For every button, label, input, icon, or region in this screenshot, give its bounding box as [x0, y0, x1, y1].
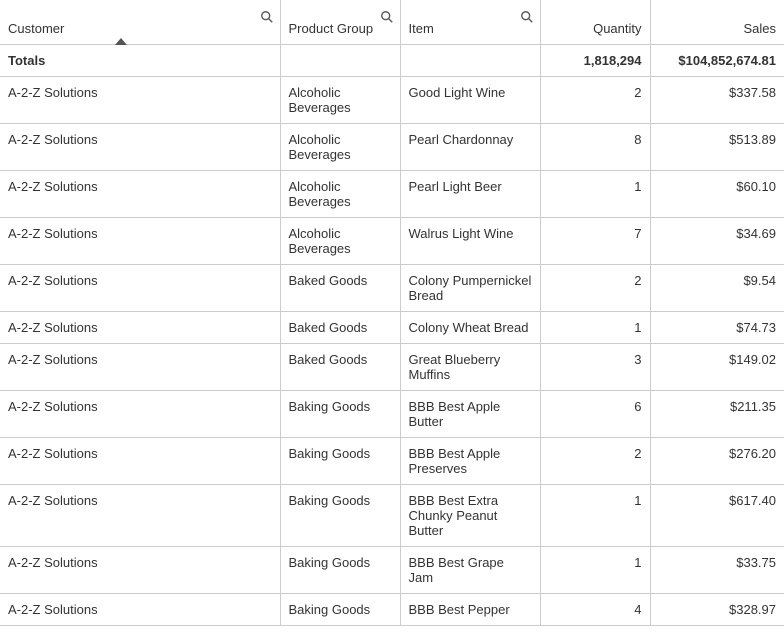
cell-customer: A-2-Z Solutions: [0, 546, 280, 593]
cell-quantity: 2: [540, 76, 650, 123]
cell-quantity: 6: [540, 390, 650, 437]
cell-sales: $276.20: [650, 437, 784, 484]
cell-sales: $74.73: [650, 311, 784, 343]
cell-quantity: 2: [540, 264, 650, 311]
cell-sales: $34.69: [650, 217, 784, 264]
cell-product-group: Baking Goods: [280, 390, 400, 437]
cell-sales: $33.75: [650, 546, 784, 593]
cell-customer: A-2-Z Solutions: [0, 76, 280, 123]
cell-customer: A-2-Z Solutions: [0, 217, 280, 264]
cell-item: BBB Best Apple Preserves: [400, 437, 540, 484]
cell-customer: A-2-Z Solutions: [0, 437, 280, 484]
column-header-product-group[interactable]: Product Group: [280, 0, 400, 44]
table-row[interactable]: A-2-Z SolutionsBaking GoodsBBB Best Extr…: [0, 484, 784, 546]
table-row[interactable]: A-2-Z SolutionsBaking GoodsBBB Best Pepp…: [0, 593, 784, 625]
cell-product-group: Alcoholic Beverages: [280, 217, 400, 264]
table-row[interactable]: A-2-Z SolutionsBaked GoodsColony Wheat B…: [0, 311, 784, 343]
cell-quantity: 8: [540, 123, 650, 170]
totals-empty: [280, 44, 400, 76]
table-row[interactable]: A-2-Z SolutionsBaking GoodsBBB Best Appl…: [0, 437, 784, 484]
column-header-quantity[interactable]: Quantity: [540, 0, 650, 44]
search-icon[interactable]: [380, 10, 394, 24]
cell-item: Colony Pumpernickel Bread: [400, 264, 540, 311]
cell-product-group: Baking Goods: [280, 437, 400, 484]
cell-item: BBB Best Apple Butter: [400, 390, 540, 437]
totals-row: Totals 1,818,294 $104,852,674.81: [0, 44, 784, 76]
search-icon[interactable]: [260, 10, 274, 24]
cell-product-group: Baked Goods: [280, 264, 400, 311]
cell-quantity: 1: [540, 546, 650, 593]
cell-quantity: 1: [540, 311, 650, 343]
cell-item: BBB Best Pepper: [400, 593, 540, 625]
data-table: Customer Product Group Item Quantity: [0, 0, 784, 626]
cell-quantity: 2: [540, 437, 650, 484]
column-header-sales[interactable]: Sales: [650, 0, 784, 44]
table-row[interactable]: A-2-Z SolutionsAlcoholic BeveragesPearl …: [0, 170, 784, 217]
cell-product-group: Baking Goods: [280, 484, 400, 546]
totals-quantity: 1,818,294: [540, 44, 650, 76]
search-icon[interactable]: [520, 10, 534, 24]
cell-quantity: 3: [540, 343, 650, 390]
cell-quantity: 1: [540, 484, 650, 546]
cell-sales: $328.97: [650, 593, 784, 625]
cell-sales: $337.58: [650, 76, 784, 123]
cell-product-group: Alcoholic Beverages: [280, 123, 400, 170]
cell-item: Pearl Chardonnay: [400, 123, 540, 170]
cell-item: BBB Best Grape Jam: [400, 546, 540, 593]
cell-customer: A-2-Z Solutions: [0, 390, 280, 437]
cell-customer: A-2-Z Solutions: [0, 311, 280, 343]
column-header-item[interactable]: Item: [400, 0, 540, 44]
table-row[interactable]: A-2-Z SolutionsAlcoholic BeveragesGood L…: [0, 76, 784, 123]
column-label: Quantity: [593, 21, 641, 36]
cell-item: Pearl Light Beer: [400, 170, 540, 217]
cell-item: Great Blueberry Muffins: [400, 343, 540, 390]
column-label: Product Group: [289, 21, 374, 36]
totals-sales: $104,852,674.81: [650, 44, 784, 76]
column-label: Customer: [8, 21, 64, 36]
cell-product-group: Alcoholic Beverages: [280, 170, 400, 217]
cell-quantity: 1: [540, 170, 650, 217]
table-row[interactable]: A-2-Z SolutionsAlcoholic BeveragesWalrus…: [0, 217, 784, 264]
table-row[interactable]: A-2-Z SolutionsBaking GoodsBBB Best Appl…: [0, 390, 784, 437]
cell-item: Walrus Light Wine: [400, 217, 540, 264]
table-row[interactable]: A-2-Z SolutionsBaked GoodsColony Pumpern…: [0, 264, 784, 311]
cell-sales: $211.35: [650, 390, 784, 437]
cell-sales: $617.40: [650, 484, 784, 546]
cell-sales: $9.54: [650, 264, 784, 311]
cell-customer: A-2-Z Solutions: [0, 484, 280, 546]
cell-customer: A-2-Z Solutions: [0, 264, 280, 311]
column-header-customer[interactable]: Customer: [0, 0, 280, 44]
cell-item: Colony Wheat Bread: [400, 311, 540, 343]
cell-product-group: Alcoholic Beverages: [280, 76, 400, 123]
sort-ascending-icon: [115, 38, 127, 45]
cell-item: BBB Best Extra Chunky Peanut Butter: [400, 484, 540, 546]
cell-sales: $149.02: [650, 343, 784, 390]
column-label: Sales: [743, 21, 776, 36]
cell-customer: A-2-Z Solutions: [0, 170, 280, 217]
table-row[interactable]: A-2-Z SolutionsAlcoholic BeveragesPearl …: [0, 123, 784, 170]
cell-sales: $60.10: [650, 170, 784, 217]
cell-customer: A-2-Z Solutions: [0, 593, 280, 625]
cell-customer: A-2-Z Solutions: [0, 343, 280, 390]
totals-label: Totals: [0, 44, 280, 76]
totals-empty: [400, 44, 540, 76]
cell-product-group: Baking Goods: [280, 546, 400, 593]
cell-product-group: Baked Goods: [280, 311, 400, 343]
column-label: Item: [409, 21, 434, 36]
cell-sales: $513.89: [650, 123, 784, 170]
header-row: Customer Product Group Item Quantity: [0, 0, 784, 44]
table-row[interactable]: A-2-Z SolutionsBaked GoodsGreat Blueberr…: [0, 343, 784, 390]
cell-customer: A-2-Z Solutions: [0, 123, 280, 170]
table-row[interactable]: A-2-Z SolutionsBaking GoodsBBB Best Grap…: [0, 546, 784, 593]
cell-product-group: Baking Goods: [280, 593, 400, 625]
cell-quantity: 7: [540, 217, 650, 264]
cell-item: Good Light Wine: [400, 76, 540, 123]
cell-quantity: 4: [540, 593, 650, 625]
cell-product-group: Baked Goods: [280, 343, 400, 390]
